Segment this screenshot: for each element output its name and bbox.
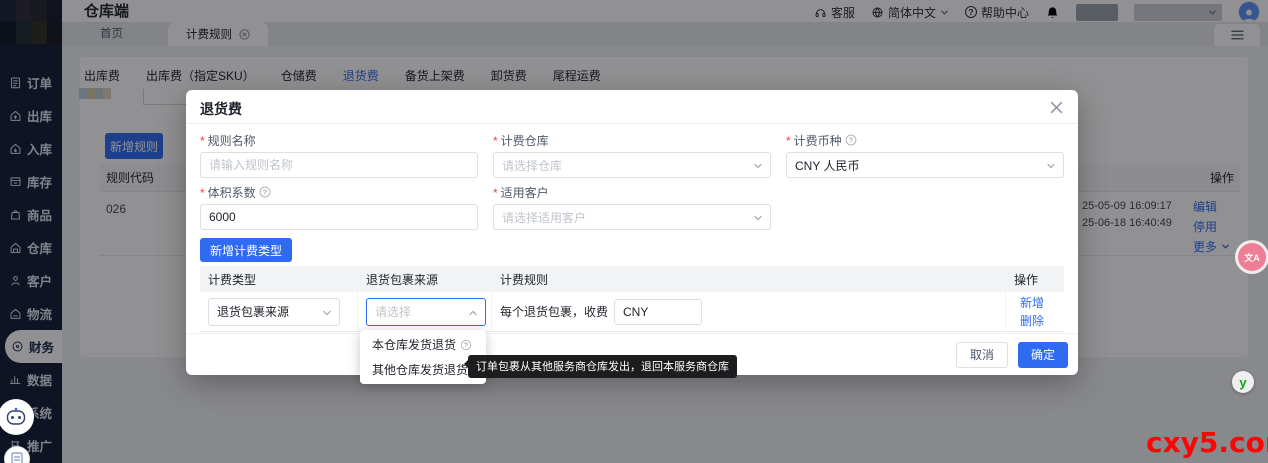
select-placeholder: 请选择适用客户	[502, 209, 586, 226]
chevron-down-icon	[753, 213, 763, 223]
option-label: 本仓库发货退货	[372, 336, 456, 353]
col-package-source: 退货包裹来源	[358, 271, 492, 288]
fee-type-table-header: 计费类型 退货包裹来源 计费规则 操作	[200, 266, 1064, 292]
billing-warehouse-label: 计费仓库	[493, 132, 549, 149]
applicable-customer-label: 适用客户	[493, 184, 549, 201]
package-source-select[interactable]: 请选择	[366, 298, 486, 326]
confirm-button[interactable]: 确定	[1018, 342, 1068, 368]
option-label: 其他仓库发货退货	[372, 361, 468, 378]
close-icon[interactable]	[1049, 100, 1064, 115]
fee-type-select[interactable]: 退货包裹来源	[208, 298, 340, 326]
chevron-down-icon	[1046, 161, 1056, 171]
help-question-icon[interactable]	[259, 187, 270, 198]
chevron-down-icon	[322, 308, 332, 318]
watermark: cxy5.com	[1146, 426, 1268, 459]
delete-row-link[interactable]: 删除	[1020, 313, 1044, 329]
monitor-fab-button[interactable]: y	[1232, 371, 1254, 393]
add-fee-type-button[interactable]: 新增计费类型	[200, 238, 292, 262]
volume-factor-label: 体积系数	[200, 184, 256, 201]
select-value: 退货包裹来源	[217, 303, 289, 320]
rule-name-input[interactable]	[209, 158, 469, 172]
fee-type-row: 退货包裹来源 请选择 每个退货包裹，收费 CNY	[200, 292, 1064, 332]
assistant-y-icon: y	[1239, 375, 1246, 390]
cancel-button[interactable]: 取消	[956, 342, 1008, 368]
dialog-title: 退货费	[186, 90, 1078, 124]
col-action: 操作	[1006, 271, 1064, 288]
help-question-icon[interactable]	[845, 135, 856, 146]
app-window: 订单 出库 入库 库存 商品 仓库	[0, 0, 1268, 463]
translate-icon: 文A	[1244, 251, 1260, 264]
billing-currency-label: 计费币种	[786, 132, 842, 149]
rule-name-label: 规则名称	[200, 132, 256, 149]
volume-factor-input[interactable]	[209, 210, 469, 224]
option-local-warehouse[interactable]: 本仓库发货退货	[360, 332, 486, 357]
billing-currency-select[interactable]: CNY 人民币	[786, 152, 1064, 178]
billing-rule-text: 每个退货包裹，收费	[500, 303, 608, 320]
help-question-icon[interactable]	[461, 339, 471, 349]
field-billing-currency: 计费币种 CNY 人民币	[786, 132, 1064, 178]
billing-warehouse-select[interactable]: 请选择仓库	[493, 152, 771, 178]
return-fee-dialog: 退货费 规则名称 计费仓库 请选择仓库	[186, 90, 1078, 375]
chevron-up-icon	[468, 308, 478, 318]
robot-icon	[5, 407, 27, 427]
field-rule-name: 规则名称	[200, 132, 478, 178]
dialog-body: 规则名称 计费仓库 请选择仓库 计费币种	[186, 124, 1078, 332]
add-row-link[interactable]: 新增	[1020, 295, 1044, 311]
col-fee-type: 计费类型	[200, 271, 358, 288]
col-billing-rule: 计费规则	[492, 271, 1006, 288]
applicable-customer-select[interactable]: 请选择适用客户	[493, 204, 771, 230]
currency-label: CNY	[623, 305, 648, 319]
fee-type-table: 计费类型 退货包裹来源 计费规则 操作 退货包裹来源 请选择	[200, 266, 1064, 332]
select-placeholder: 请选择仓库	[502, 157, 562, 174]
select-placeholder: 请选择	[375, 303, 411, 320]
translate-fab-button[interactable]: 文A	[1238, 243, 1266, 271]
fee-row-actions: 新增 删除	[1014, 295, 1044, 329]
amount-input[interactable]: CNY	[614, 299, 702, 325]
select-value: CNY 人民币	[795, 157, 859, 174]
field-billing-warehouse: 计费仓库 请选择仓库	[493, 132, 771, 178]
document-icon	[11, 452, 23, 463]
field-applicable-customer: 适用客户 请选择适用客户	[493, 184, 771, 230]
tooltip: 订单包裹从其他服务商仓库发出，退回本服务商仓库	[468, 355, 737, 378]
field-volume-factor: 体积系数	[200, 184, 478, 230]
chevron-down-icon	[753, 161, 763, 171]
